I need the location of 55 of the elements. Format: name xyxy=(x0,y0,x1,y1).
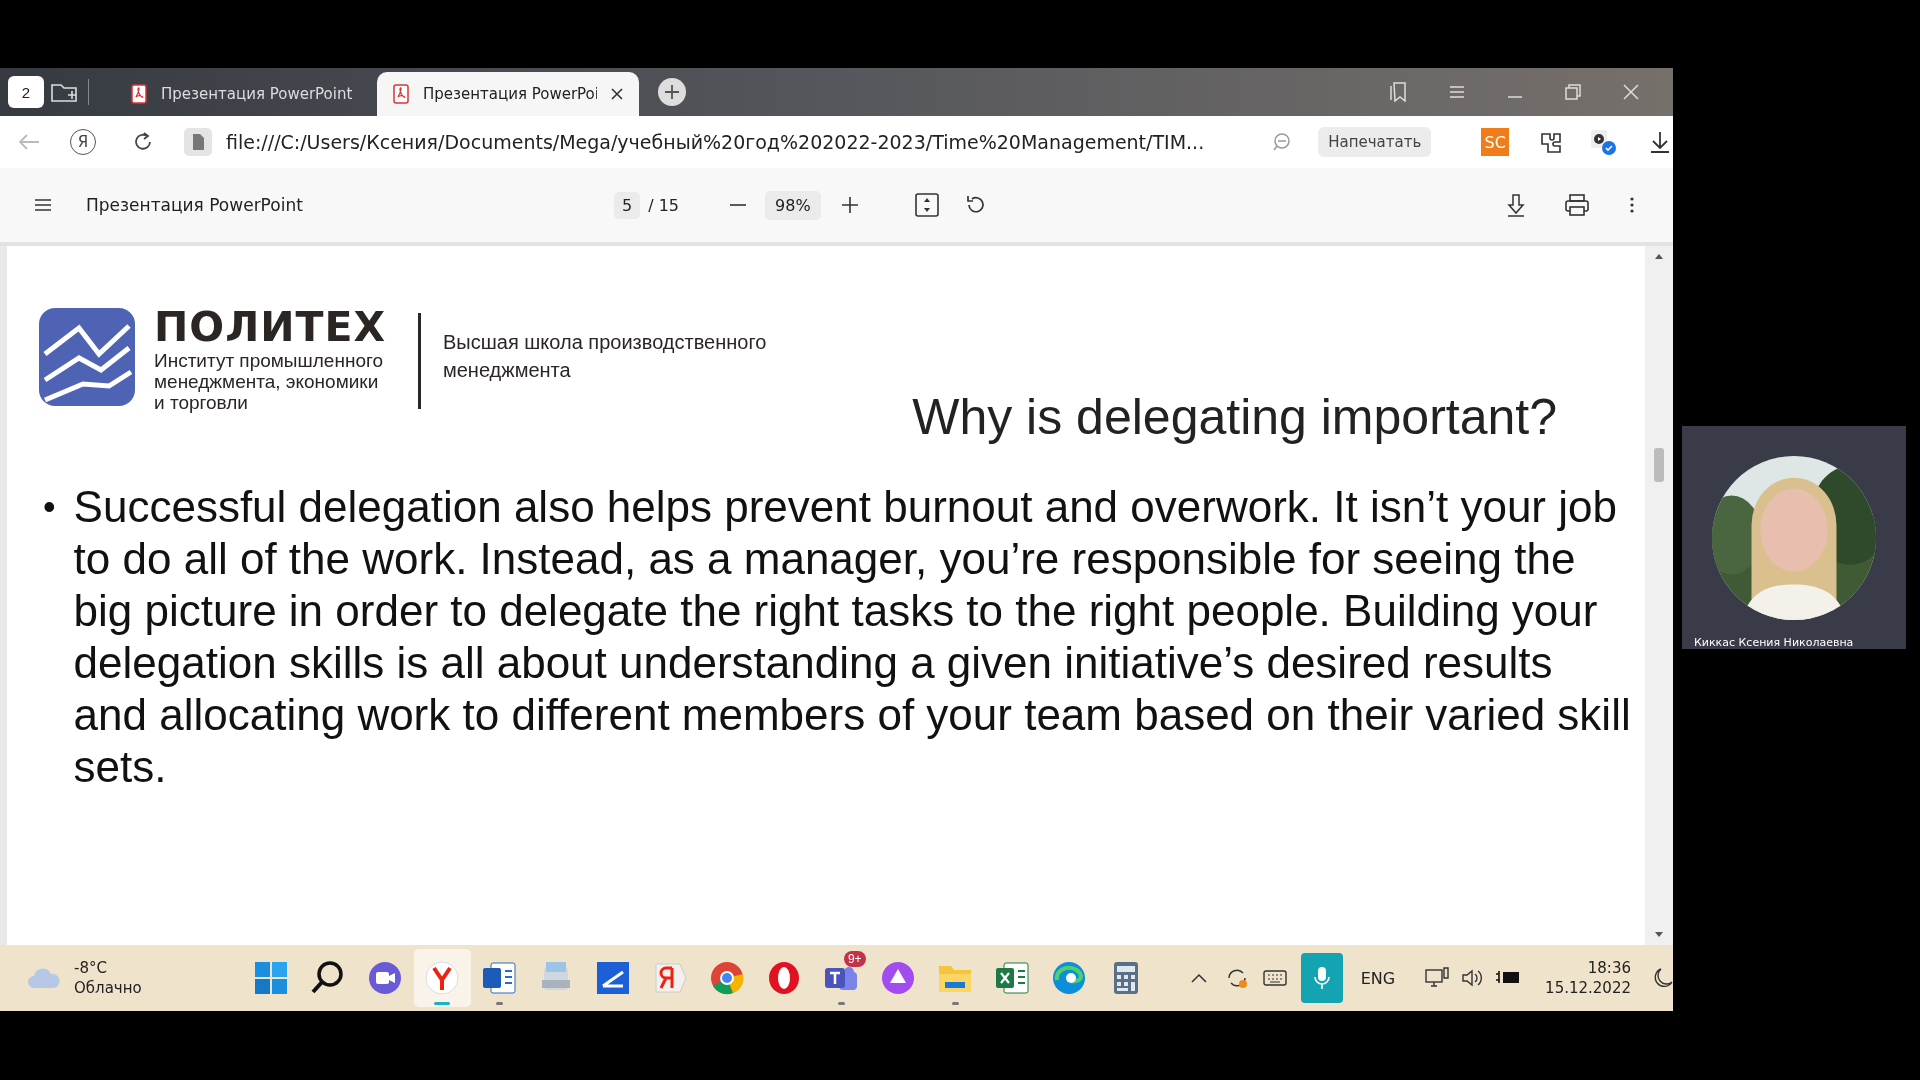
school-name: Высшая школа производственного менеджмента xyxy=(443,330,768,383)
keyboard-icon[interactable] xyxy=(1262,970,1287,986)
restore-icon[interactable] xyxy=(1565,84,1581,100)
clock-time[interactable]: 18:36 xyxy=(1587,958,1631,978)
participant-name: Киккас Ксения Николаевна xyxy=(1694,636,1854,649)
chevron-up-icon[interactable] xyxy=(1190,973,1207,983)
temperature: -8°C xyxy=(74,958,108,978)
scroll-up-icon[interactable] xyxy=(1654,252,1664,260)
page-total: / 15 xyxy=(648,195,680,215)
fit-page-icon[interactable] xyxy=(914,193,939,217)
zoom-field[interactable]: 98% xyxy=(765,190,821,220)
new-tab-icon[interactable] xyxy=(657,77,687,107)
zoom-in-icon[interactable] xyxy=(840,196,859,214)
file-icon[interactable] xyxy=(184,128,212,156)
document-title: Презентация PowerPoint xyxy=(86,195,304,215)
volume-icon[interactable] xyxy=(1461,968,1484,988)
zoom-out-icon[interactable] xyxy=(1272,132,1293,152)
menu-icon[interactable] xyxy=(34,198,52,212)
media-icon[interactable] xyxy=(1589,128,1618,156)
notification-badge: 9+ xyxy=(843,951,866,967)
more-icon[interactable] xyxy=(1629,196,1635,214)
slide-title: Why is delegating important? xyxy=(912,388,1557,447)
bookmarks-icon[interactable] xyxy=(1389,82,1407,102)
address-field[interactable]: file:///C:/Users/Ксения/Documents/Mega/учебный%20год%202022-2023/Time%20Management/TIM... xyxy=(226,131,1205,153)
logo-icon xyxy=(39,308,135,406)
print-button[interactable]: Напечатать xyxy=(1318,127,1432,157)
clock-date[interactable]: 15.12.2022 xyxy=(1545,978,1631,998)
page-number-field[interactable]: 5 xyxy=(614,191,641,219)
rotate-icon[interactable] xyxy=(964,194,987,216)
pdf-icon xyxy=(131,84,147,104)
language-indicator[interactable]: ENG xyxy=(1360,968,1396,988)
print-icon[interactable] xyxy=(1565,194,1589,216)
scrollbar[interactable] xyxy=(1645,246,1673,945)
weather-condition: Облачно xyxy=(74,978,142,998)
browser-tab[interactable]: Презентация PowerPoint xyxy=(115,72,377,116)
pdf-icon xyxy=(393,84,409,104)
brand-name: ПОЛИТЕХ xyxy=(154,304,388,350)
reload-icon[interactable] xyxy=(132,131,154,153)
scrollbar-thumb[interactable] xyxy=(1654,448,1664,482)
cloud-icon xyxy=(26,966,62,990)
network-icon[interactable] xyxy=(1425,967,1450,989)
download-icon[interactable] xyxy=(1649,130,1672,154)
extensions-icon[interactable] xyxy=(1539,130,1564,154)
browser-tab[interactable]: Презентация PowerPoi xyxy=(377,72,639,116)
moon-icon[interactable] xyxy=(1653,967,1673,989)
microphone-icon xyxy=(1313,966,1330,990)
taskbar-app[interactable]: 9+ xyxy=(812,949,870,1007)
close-icon[interactable] xyxy=(611,88,623,100)
scroll-down-icon[interactable] xyxy=(1654,931,1664,939)
institute-name: Институт промышленного менеджмента, экономики и торговли xyxy=(154,350,385,413)
bullet-text: Successful delegation also helps prevent burnout and overwork. It isn’t your job to do all of the work. Instead, as a manager, you’re responsible for seeing the big picture in order to delegate the right tasks to the right people. Building your delegation skills is all about understanding a given initiative’s desired results and allocating work to different members of your team based on their varied skill sets. xyxy=(73,481,1632,793)
tab-count-button[interactable]: 2 xyxy=(8,76,44,108)
bullet-point: • xyxy=(43,485,56,529)
microphone-button[interactable] xyxy=(1300,953,1343,1003)
download-icon[interactable] xyxy=(1507,193,1525,217)
